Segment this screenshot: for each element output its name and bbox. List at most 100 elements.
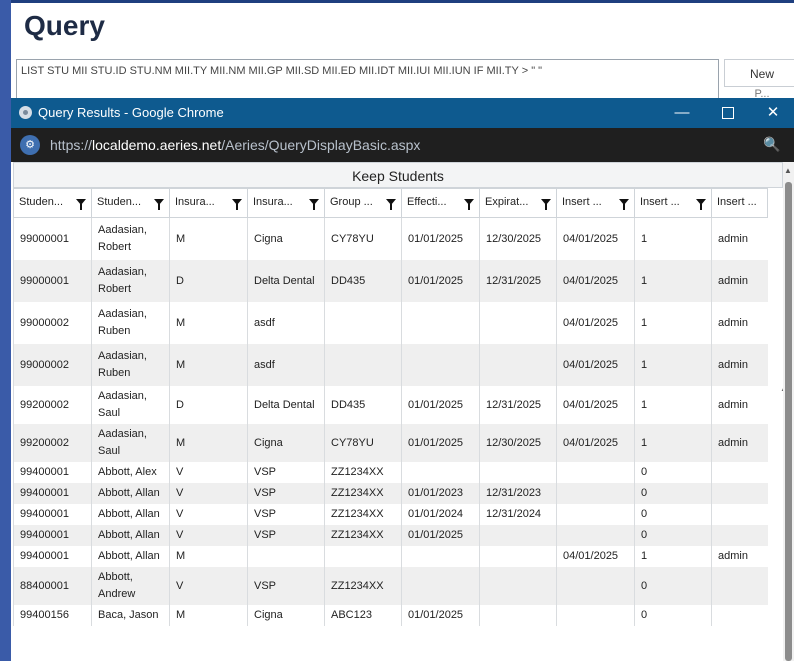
table-cell: 88400001 [13, 567, 92, 605]
table-row[interactable]: 88400001 Abbott, Andrew V VSP ZZ1234XX 0 [13, 567, 768, 605]
table-cell: 99400001 [13, 483, 92, 504]
column-header-8[interactable]: Insert ... [634, 188, 712, 218]
address-bar[interactable]: ⚙ https://localdemo.aeries.net/Aeries/Qu… [11, 128, 794, 162]
column-header-3[interactable]: Insura... [247, 188, 325, 218]
column-header-6[interactable]: Expirat... [479, 188, 557, 218]
table-cell: Aadasian, Saul [91, 424, 170, 462]
table-row[interactable]: 99400001 Abbott, Allan V VSP ZZ1234XX 01/01/2… [13, 504, 768, 525]
table-row[interactable]: 99400156 Baca, Jason M Cigna ABC123 01/01/202… [13, 605, 768, 626]
table-cell: 1 [634, 344, 712, 386]
table-cell: asdf [247, 344, 325, 386]
table-cell: 1 [634, 260, 712, 302]
table-cell: VSP [247, 525, 325, 546]
table-row[interactable]: 99000001 Aadasian, Robert M Cigna CY78YU 01/0… [13, 217, 768, 260]
filter-icon[interactable] [541, 199, 551, 210]
filter-icon[interactable] [232, 199, 242, 210]
new-query-button[interactable]: New [724, 59, 794, 87]
table-row[interactable]: 99400001 Abbott, Allan M 04/01/2025 1 admin [13, 546, 768, 567]
table-cell: VSP [247, 483, 325, 504]
table-cell: VSP [247, 462, 325, 483]
table-cell: 99400001 [13, 546, 92, 567]
table-cell: 12/31/2025 [479, 260, 557, 302]
table-cell [401, 302, 480, 344]
scroll-up-icon[interactable]: ▲ [784, 166, 792, 175]
column-header-1[interactable]: Studen... [91, 188, 170, 218]
table-cell: D [169, 386, 248, 424]
column-header-9[interactable]: Insert ... [711, 188, 768, 218]
keep-students-header[interactable]: Keep Students [13, 162, 783, 188]
url-text[interactable]: https://localdemo.aeries.net/Aeries/Quer… [50, 137, 420, 153]
table-cell: 01/01/2023 [401, 483, 480, 504]
table-cell [479, 525, 557, 546]
table-cell: 04/01/2025 [556, 424, 635, 462]
table-cell: Aadasian, Ruben [91, 302, 170, 344]
table-cell [711, 567, 768, 605]
column-header-label: Studen... [19, 195, 64, 208]
table-cell: 99400001 [13, 504, 92, 525]
table-cell: V [169, 504, 248, 525]
table-cell: Delta Dental [247, 386, 325, 424]
table-cell: admin [711, 217, 768, 260]
table-cell [401, 462, 480, 483]
table-cell: CY78YU [324, 217, 402, 260]
table-cell: admin [711, 424, 768, 462]
table-cell: admin [711, 260, 768, 302]
table-row[interactable]: 99400001 Abbott, Alex V VSP ZZ1234XX 0 [13, 462, 768, 483]
scrollbar-thumb[interactable] [785, 182, 792, 661]
column-header-label: Insert ... [717, 195, 757, 208]
table-cell: 0 [634, 605, 712, 626]
table-cell [711, 483, 768, 504]
filter-icon[interactable] [154, 199, 164, 210]
filter-icon[interactable] [696, 199, 706, 210]
table-cell: 99400156 [13, 605, 92, 626]
column-header-2[interactable]: Insura... [169, 188, 248, 218]
table-cell: ZZ1234XX [324, 525, 402, 546]
column-header-4[interactable]: Group ... [324, 188, 402, 218]
column-header-label: Insert ... [562, 195, 602, 208]
background-top-border [11, 0, 794, 3]
table-cell [479, 546, 557, 567]
close-button[interactable]: ✕ [750, 98, 794, 128]
column-header-7[interactable]: Insert ... [556, 188, 635, 218]
site-info-icon[interactable]: ⚙ [20, 135, 40, 155]
query-text-input[interactable]: LIST STU MII STU.ID STU.NM MII.TY MII.NM… [16, 59, 719, 103]
table-cell: 04/01/2025 [556, 344, 635, 386]
table-cell: M [169, 605, 248, 626]
table-row[interactable]: 99400001 Abbott, Allan V VSP ZZ1234XX 01/01/2… [13, 525, 768, 546]
table-cell: Abbott, Andrew [91, 567, 170, 605]
column-header-5[interactable]: Effecti... [401, 188, 480, 218]
table-cell: Cigna [247, 217, 325, 260]
table-row[interactable]: 99200002 Aadasian, Saul M Cigna CY78YU 01/01/… [13, 424, 768, 462]
table-row[interactable]: 99400001 Abbott, Allan V VSP ZZ1234XX 01/01/2… [13, 483, 768, 504]
table-row[interactable]: 99000002 Aadasian, Ruben Masdf 04/01/2025 1 a… [13, 344, 768, 386]
table-cell: Aadasian, Saul [91, 386, 170, 424]
table-row[interactable]: 99200002 Aadasian, Saul D Delta Dental DD435… [13, 386, 768, 424]
filter-icon[interactable] [386, 199, 396, 210]
table-cell: Abbott, Alex [91, 462, 170, 483]
table-row[interactable]: 99000002 Aadasian, Ruben Masdf 04/01/2025 1 a… [13, 302, 768, 344]
window-scrollbar[interactable]: ▲ [783, 162, 794, 661]
table-cell: V [169, 567, 248, 605]
column-header-label: Group ... [330, 195, 373, 208]
table-cell: 01/01/2025 [401, 260, 480, 302]
filter-icon[interactable] [309, 199, 319, 210]
table-row[interactable]: 99000001 Aadasian, Robert D Delta Dental DD4… [13, 260, 768, 302]
table-cell: Abbott, Allan [91, 483, 170, 504]
table-cell: admin [711, 344, 768, 386]
table-cell: 12/31/2023 [479, 483, 557, 504]
filter-icon[interactable] [464, 199, 474, 210]
table-cell: 01/01/2025 [401, 424, 480, 462]
zoom-icon[interactable]: 🔍 [763, 136, 780, 153]
column-header-0[interactable]: Studen... [13, 188, 92, 218]
popup-window-titlebar[interactable]: Query Results - Google Chrome — ✕ [11, 98, 794, 128]
maximize-button[interactable] [705, 98, 751, 128]
table-cell: Abbott, Allan [91, 546, 170, 567]
table-cell: 01/01/2025 [401, 525, 480, 546]
filter-icon[interactable] [76, 199, 86, 210]
table-cell: Aadasian, Robert [91, 260, 170, 302]
filter-icon[interactable] [619, 199, 629, 210]
table-cell [479, 462, 557, 483]
minimize-button[interactable]: — [659, 98, 705, 128]
column-header-label: Studen... [97, 195, 142, 208]
table-cell: 1 [634, 302, 712, 344]
